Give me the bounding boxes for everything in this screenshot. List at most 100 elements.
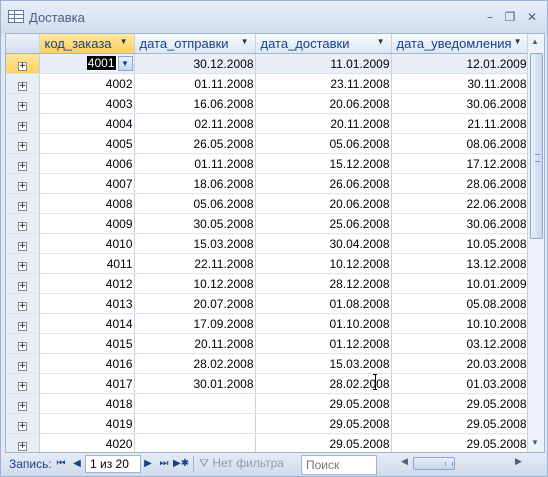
order-id-cell[interactable]: 4015 — [39, 333, 135, 354]
column-header-ship-date[interactable]: дата_отправки ▼ — [134, 34, 256, 54]
ship-date-cell[interactable]: 30.01.2008 — [134, 373, 256, 394]
expand-plus-icon[interactable]: + — [17, 101, 27, 111]
table-row[interactable]: +4010 15.03.2008 30.04.2008 10.05.2008 — [6, 233, 529, 254]
horizontal-scroll-thumb[interactable] — [413, 457, 455, 470]
order-id-cell[interactable]: 4006 — [39, 153, 135, 174]
expand-plus-icon[interactable]: + — [17, 341, 27, 351]
table-row[interactable]: +4017 30.01.2008 28.02.2008 01.03.2008 — [6, 373, 529, 394]
record-selector[interactable]: + — [6, 133, 40, 154]
filter-status-button[interactable]: ⛛ Нет фильтра — [195, 455, 297, 471]
delivery-date-cell[interactable]: 15.03.2008 — [255, 353, 392, 374]
expand-plus-icon[interactable]: + — [17, 161, 27, 171]
notify-date-cell[interactable]: 21.11.2008 — [391, 113, 529, 134]
notify-date-cell[interactable]: 30.06.2008 — [391, 213, 529, 234]
notify-date-cell[interactable]: 30.06.2008 — [391, 93, 529, 114]
expand-plus-icon[interactable]: + — [17, 221, 27, 231]
ship-date-cell[interactable]: 02.11.2008 — [134, 113, 256, 134]
expand-plus-icon[interactable]: + — [17, 401, 27, 411]
delivery-date-cell[interactable]: 29.05.2008 — [255, 393, 392, 414]
next-record-button[interactable]: ▶ — [142, 457, 154, 471]
ship-date-cell[interactable]: 01.11.2008 — [134, 153, 256, 174]
delivery-date-cell[interactable]: 05.06.2008 — [255, 133, 392, 154]
delivery-date-cell[interactable]: 20.06.2008 — [255, 93, 392, 114]
expand-plus-icon[interactable]: + — [17, 241, 27, 251]
delivery-date-cell[interactable]: 11.01.2009 — [255, 53, 392, 74]
record-selector[interactable]: + — [6, 433, 40, 452]
order-id-cell[interactable]: 4008 — [39, 193, 135, 214]
delivery-date-cell[interactable]: 26.06.2008 — [255, 173, 392, 194]
notify-date-cell[interactable]: 10.05.2008 — [391, 233, 529, 254]
table-row[interactable]: +4002 01.11.2008 23.11.2008 30.11.2008 — [6, 73, 529, 94]
selected-text[interactable]: 4001 — [86, 55, 116, 70]
order-id-cell[interactable]: 4004 — [39, 113, 135, 134]
notify-date-cell[interactable]: 29.05.2008 — [391, 393, 529, 414]
delivery-date-cell[interactable]: 15.12.2008 — [255, 153, 392, 174]
expand-plus-icon[interactable]: + — [17, 201, 27, 211]
column-header-notify-date[interactable]: дата_уведомления ▼ — [391, 34, 529, 54]
notify-date-cell[interactable]: 01.03.2008 — [391, 373, 529, 394]
scroll-right-icon[interactable]: ▶ — [515, 456, 522, 467]
ship-date-cell[interactable]: 26.05.2008 — [134, 133, 256, 154]
table-row[interactable]: +4009 30.05.2008 25.06.2008 30.06.2008 — [6, 213, 529, 234]
order-id-cell[interactable]: 4012 — [39, 273, 135, 294]
table-row[interactable]: +4014 17.09.2008 01.10.2008 10.10.2008 — [6, 313, 529, 334]
expand-plus-icon[interactable]: + — [17, 121, 27, 131]
order-id-cell[interactable]: 4014 — [39, 313, 135, 334]
expand-plus-icon[interactable]: + — [17, 321, 27, 331]
expand-plus-icon[interactable]: + — [17, 281, 27, 291]
table-row[interactable]: +4019 29.05.2008 29.05.2008 — [6, 413, 529, 434]
order-id-cell[interactable]: 4018 — [39, 393, 135, 414]
column-menu-icon[interactable]: ▼ — [514, 37, 522, 46]
notify-date-cell[interactable]: 05.08.2008 — [391, 293, 529, 314]
ship-date-cell[interactable]: 01.11.2008 — [134, 73, 256, 94]
expand-plus-icon[interactable]: + — [17, 441, 27, 451]
last-record-button[interactable]: ⏭ — [158, 457, 170, 471]
notify-date-cell[interactable]: 13.12.2008 — [391, 253, 529, 274]
delivery-date-cell[interactable]: 20.11.2008 — [255, 113, 392, 134]
order-id-cell[interactable]: 4019 — [39, 413, 135, 434]
notify-date-cell[interactable]: 20.03.2008 — [391, 353, 529, 374]
delivery-date-cell[interactable]: 01.12.2008 — [255, 333, 392, 354]
table-row[interactable]: +4008 05.06.2008 20.06.2008 22.06.2008 — [6, 193, 529, 214]
table-row[interactable]: +4006 01.11.2008 15.12.2008 17.12.2008 — [6, 153, 529, 174]
column-menu-icon[interactable]: ▼ — [241, 37, 249, 46]
delivery-date-cell[interactable]: 29.05.2008 — [255, 413, 392, 434]
notify-date-cell[interactable]: 08.06.2008 — [391, 133, 529, 154]
table-row[interactable]: +4012 10.12.2008 28.12.2008 10.01.2009 — [6, 273, 529, 294]
notify-date-cell[interactable]: 29.05.2008 — [391, 433, 529, 452]
order-id-cell[interactable]: 4001 ▼ — [39, 53, 135, 74]
order-id-cell[interactable]: 4010 — [39, 233, 135, 254]
record-selector[interactable]: + — [6, 73, 40, 94]
column-menu-icon[interactable]: ▼ — [120, 37, 128, 46]
order-id-editor[interactable]: 4001 ▼ — [86, 55, 133, 72]
delivery-date-cell[interactable]: 29.05.2008 — [255, 433, 392, 452]
record-selector[interactable]: + — [6, 373, 40, 394]
record-selector[interactable]: + — [6, 233, 40, 254]
horizontal-scrollbar[interactable]: ◀ ▶ — [399, 456, 525, 470]
table-row[interactable]: +4015 20.11.2008 01.12.2008 03.12.2008 — [6, 333, 529, 354]
ship-date-cell[interactable]: 05.06.2008 — [134, 193, 256, 214]
select-all-corner[interactable] — [6, 34, 40, 54]
record-selector[interactable]: + — [6, 313, 40, 334]
order-id-cell[interactable]: 4005 — [39, 133, 135, 154]
table-row[interactable]: +4001 ▼ 30.12.2008 11.01.2009 12.01.2009 — [6, 53, 529, 74]
notify-date-cell[interactable]: 12.01.2009 — [391, 53, 529, 74]
ship-date-cell[interactable]: 22.11.2008 — [134, 253, 256, 274]
table-row[interactable]: +4003 16.06.2008 20.06.2008 30.06.2008 — [6, 93, 529, 114]
ship-date-cell[interactable]: 28.02.2008 — [134, 353, 256, 374]
scroll-down-icon[interactable]: ▼ — [531, 438, 539, 447]
order-id-cell[interactable]: 4013 — [39, 293, 135, 314]
expand-plus-icon[interactable]: + — [17, 61, 27, 71]
expand-plus-icon[interactable]: + — [17, 381, 27, 391]
expand-plus-icon[interactable]: + — [17, 181, 27, 191]
notify-date-cell[interactable]: 29.05.2008 — [391, 413, 529, 434]
delivery-date-cell[interactable]: 23.11.2008 — [255, 73, 392, 94]
title-bar[interactable]: Доставка – ❐ ✕ — [1, 1, 547, 33]
first-record-button[interactable]: ⏮ — [55, 457, 67, 471]
record-selector[interactable]: + — [6, 173, 40, 194]
delivery-date-cell[interactable]: 30.04.2008 — [255, 233, 392, 254]
order-id-cell[interactable]: 4016 — [39, 353, 135, 374]
order-id-cell[interactable]: 4009 — [39, 213, 135, 234]
record-selector[interactable]: + — [6, 393, 40, 414]
expand-plus-icon[interactable]: + — [17, 261, 27, 271]
